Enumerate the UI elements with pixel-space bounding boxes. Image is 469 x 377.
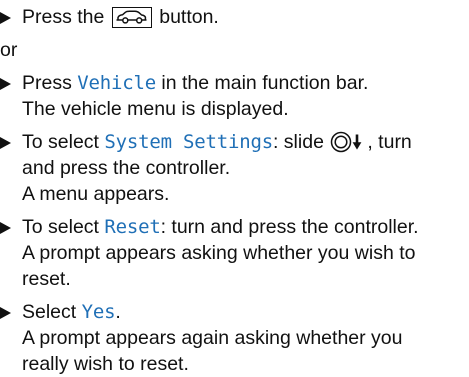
bullet-triangle-icon [0, 12, 11, 24]
step-line: To select System Settings: slide , turn [22, 129, 469, 155]
bullet-triangle-icon [0, 222, 11, 234]
step-press-vehicle: Press Vehicle in the main function bar. … [0, 70, 469, 122]
step-line: Select Yes. [22, 299, 469, 325]
step-text: To select [22, 216, 99, 238]
step-result: reset. [22, 268, 71, 290]
step-line: and press the controller. [22, 157, 231, 179]
step-text: : slide [272, 131, 324, 153]
car-button-icon [111, 7, 152, 28]
bullet-triangle-icon [0, 137, 11, 149]
instruction-list: Press the button. or Press Vehicle in th… [0, 0, 469, 375]
step-result: really wish to reset. [22, 353, 189, 375]
controller-slide-down-icon [329, 131, 367, 153]
bullet-triangle-icon [0, 78, 11, 90]
step-result: A prompt appears asking whether you wish… [22, 242, 416, 264]
step-line: Press the button. [22, 4, 469, 30]
reset-keyword: Reset [104, 216, 161, 238]
step-result: A menu appears. [22, 183, 170, 205]
yes-keyword: Yes [81, 301, 116, 323]
step-line: Press Vehicle in the main function bar. [22, 70, 469, 96]
step-text: : turn and press the controller. [160, 216, 419, 238]
step-line: To select Reset: turn and press the cont… [22, 214, 469, 240]
step-text: in the main function bar. [161, 72, 369, 94]
step-text: Press the [22, 6, 105, 28]
step-result: A prompt appears again asking whether yo… [22, 327, 403, 349]
step-select-system-settings: To select System Settings: slide , turn … [0, 129, 469, 207]
step-result: The vehicle menu is displayed. [22, 98, 289, 120]
or-separator: or [0, 39, 18, 61]
step-text: button. [159, 6, 219, 28]
step-text: Select [22, 301, 77, 323]
system-settings-keyword: System Settings [104, 131, 273, 153]
step-text: Press [22, 72, 72, 94]
vehicle-keyword: Vehicle [77, 72, 156, 94]
step-press-car-button: Press the button. [0, 4, 469, 30]
step-text: . [115, 301, 121, 323]
bullet-triangle-icon [0, 307, 11, 319]
step-text: To select [22, 131, 99, 153]
step-select-yes: Select Yes. A prompt appears again askin… [0, 299, 469, 377]
step-text: , turn [367, 131, 412, 153]
step-select-reset: To select Reset: turn and press the cont… [0, 214, 469, 292]
